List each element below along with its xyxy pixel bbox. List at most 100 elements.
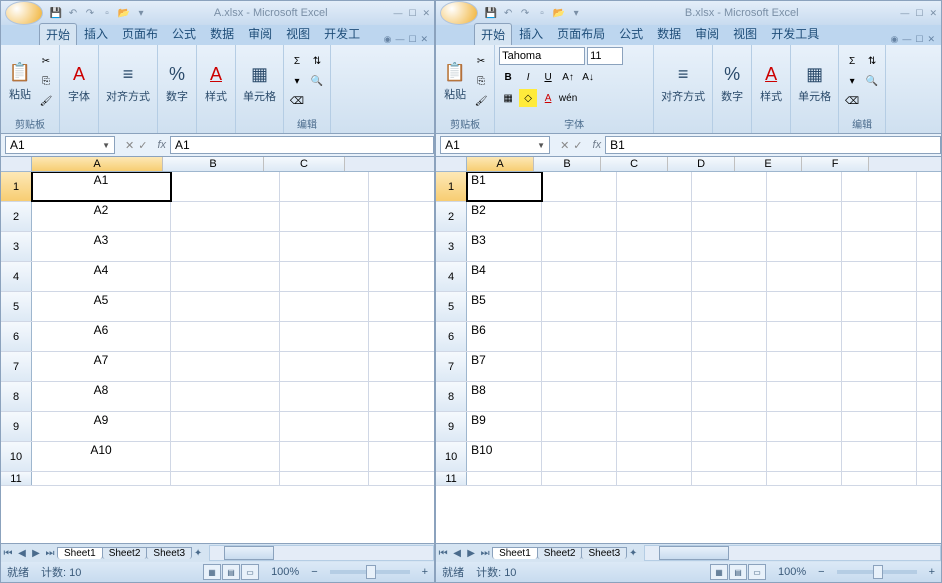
cell-E10[interactable] — [767, 442, 842, 471]
sheet-tab-3[interactable]: Sheet3 — [581, 547, 627, 559]
tab-home[interactable]: 开始 — [474, 23, 512, 45]
cell-F4[interactable] — [842, 262, 917, 291]
cell-B7[interactable] — [171, 352, 280, 381]
first-sheet-icon[interactable]: ⏮ — [1, 548, 15, 559]
style-button[interactable]: A样式 — [756, 60, 786, 106]
col-header-E[interactable]: E — [735, 157, 802, 171]
cell-A3[interactable]: A3 — [32, 232, 171, 261]
zoom-out-icon[interactable]: − — [818, 566, 824, 578]
cell-A2[interactable]: A2 — [32, 202, 171, 231]
sheet-tab-3[interactable]: Sheet3 — [146, 547, 192, 559]
col-header-C[interactable]: C — [264, 157, 345, 171]
sort-icon[interactable]: ⇅ — [863, 52, 881, 70]
cell-D3[interactable] — [692, 232, 767, 261]
cell-C3[interactable] — [280, 232, 369, 261]
save-icon[interactable]: 💾 — [484, 6, 498, 20]
zoom-in-icon[interactable]: + — [422, 566, 428, 578]
cell-D11[interactable] — [692, 472, 767, 485]
name-box[interactable]: A1▼ — [5, 136, 115, 154]
help-icon[interactable]: ◉ — [891, 34, 899, 45]
prev-sheet-icon[interactable]: ◀ — [15, 548, 29, 559]
row-header-4[interactable]: 4 — [1, 262, 32, 291]
minimize-button[interactable]: — — [900, 8, 909, 19]
chevron-down-icon[interactable]: ▼ — [102, 141, 110, 150]
border-icon[interactable]: ▦ — [499, 89, 517, 107]
office-button[interactable] — [440, 1, 478, 25]
row-header-9[interactable]: 9 — [436, 412, 467, 441]
cell-B8[interactable] — [171, 382, 280, 411]
formula-input[interactable]: A1 — [170, 136, 434, 154]
sheet-tab-1[interactable]: Sheet1 — [492, 547, 538, 559]
find-icon[interactable]: 🔍 — [308, 72, 326, 90]
layout-view-icon[interactable]: ▤ — [222, 564, 240, 580]
col-header-F[interactable]: F — [802, 157, 869, 171]
cell-B4[interactable] — [171, 262, 280, 291]
cell-B3[interactable] — [542, 232, 617, 261]
h-scrollbar[interactable] — [644, 545, 941, 561]
tab-dev[interactable]: 开发工 — [317, 22, 367, 45]
new-icon[interactable]: ▫ — [535, 6, 549, 20]
cell-D6[interactable] — [692, 322, 767, 351]
clear-icon[interactable]: ⌫ — [843, 92, 861, 110]
cell-F1[interactable] — [842, 172, 917, 201]
sheet-tab-1[interactable]: Sheet1 — [57, 547, 103, 559]
zoom-slider[interactable] — [330, 570, 410, 574]
cancel-icon[interactable]: ✕ — [125, 139, 134, 152]
cell-B2[interactable] — [171, 202, 280, 231]
enter-icon[interactable]: ✓ — [138, 139, 147, 152]
undo-icon[interactable]: ↶ — [501, 6, 515, 20]
tab-view[interactable]: 视图 — [279, 22, 317, 45]
normal-view-icon[interactable]: ▦ — [203, 564, 221, 580]
cell-E5[interactable] — [767, 292, 842, 321]
cell-E1[interactable] — [767, 172, 842, 201]
cell-B11[interactable] — [171, 472, 280, 485]
cell-A8[interactable]: B8 — [467, 382, 542, 411]
row-header-7[interactable]: 7 — [1, 352, 32, 381]
formula-input[interactable]: B1 — [605, 136, 941, 154]
save-icon[interactable]: 💾 — [49, 6, 63, 20]
sort-icon[interactable]: ⇅ — [308, 52, 326, 70]
cell-A1[interactable]: A1 — [32, 172, 171, 201]
cell-C6[interactable] — [617, 322, 692, 351]
zoom-out-icon[interactable]: − — [311, 566, 317, 578]
cell-B9[interactable] — [542, 412, 617, 441]
style-button[interactable]: A样式 — [201, 60, 231, 106]
row-header-6[interactable]: 6 — [436, 322, 467, 351]
cell-E6[interactable] — [767, 322, 842, 351]
cell-A1[interactable]: B1 — [467, 172, 542, 201]
cell-A7[interactable]: B7 — [467, 352, 542, 381]
cell-A8[interactable]: A8 — [32, 382, 171, 411]
cells-button[interactable]: ▦单元格 — [795, 60, 834, 106]
row-header-8[interactable]: 8 — [436, 382, 467, 411]
cell-A4[interactable]: A4 — [32, 262, 171, 291]
cell-A7[interactable]: A7 — [32, 352, 171, 381]
copy-icon[interactable]: ⎘ — [37, 72, 55, 90]
cell-E11[interactable] — [767, 472, 842, 485]
new-icon[interactable]: ▫ — [100, 6, 114, 20]
cell-B3[interactable] — [171, 232, 280, 261]
fill-icon[interactable]: ▾ — [843, 72, 861, 90]
cell-E2[interactable] — [767, 202, 842, 231]
cell-C2[interactable] — [617, 202, 692, 231]
cell-A9[interactable]: A9 — [32, 412, 171, 441]
row-header-11[interactable]: 11 — [1, 472, 32, 485]
cell-A6[interactable]: A6 — [32, 322, 171, 351]
col-header-B[interactable]: B — [534, 157, 601, 171]
tab-formula[interactable]: 公式 — [612, 22, 650, 45]
fx-icon[interactable]: fx — [153, 139, 170, 151]
phonetic-icon[interactable]: wén — [559, 89, 577, 107]
cell-B7[interactable] — [542, 352, 617, 381]
cell-B1[interactable] — [542, 172, 617, 201]
layout-view-icon[interactable]: ▤ — [729, 564, 747, 580]
fill-color-icon[interactable]: ◇ — [519, 89, 537, 107]
fill-icon[interactable]: ▾ — [288, 72, 306, 90]
number-button[interactable]: %数字 — [162, 60, 192, 106]
row-header-1[interactable]: 1 — [436, 172, 467, 201]
sheet-tab-2[interactable]: Sheet2 — [537, 547, 583, 559]
cell-C5[interactable] — [617, 292, 692, 321]
row-header-11[interactable]: 11 — [436, 472, 467, 485]
cell-A6[interactable]: B6 — [467, 322, 542, 351]
cell-A11[interactable] — [467, 472, 542, 485]
cell-D8[interactable] — [692, 382, 767, 411]
cell-D4[interactable] — [692, 262, 767, 291]
